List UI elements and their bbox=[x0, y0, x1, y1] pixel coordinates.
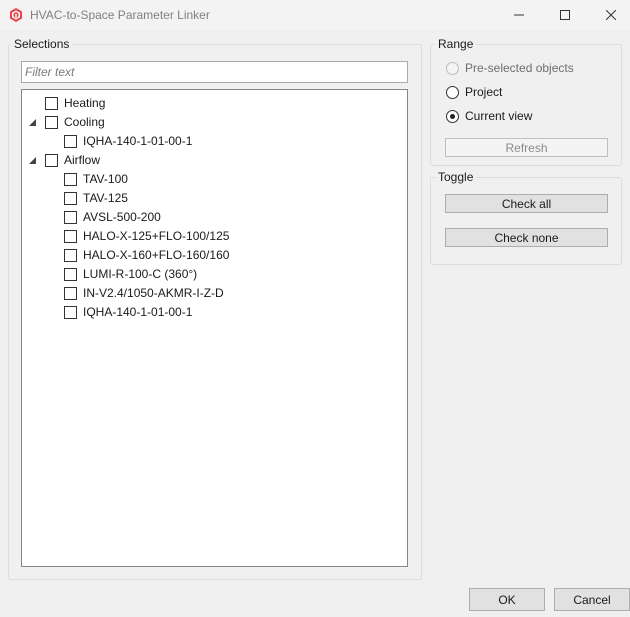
tree-node-checkbox[interactable] bbox=[64, 172, 77, 186]
tree-node-child[interactable]: TAV-100 bbox=[64, 170, 128, 188]
tree-node-checkbox[interactable] bbox=[64, 210, 77, 224]
maximize-button[interactable] bbox=[542, 0, 588, 30]
tree-node-checkbox[interactable] bbox=[45, 96, 58, 110]
minimize-icon bbox=[514, 14, 524, 16]
tree-node-child[interactable]: LUMI-R-100-C (360°) bbox=[64, 265, 197, 283]
app-logo-icon bbox=[8, 7, 24, 23]
tree-node-child[interactable]: HALO-X-160+FLO-160/160 bbox=[64, 246, 229, 264]
radio-button[interactable] bbox=[446, 61, 459, 75]
tree-node-child[interactable]: IN-V2.4/1050-AKMR-I-Z-D bbox=[64, 284, 224, 302]
tree-node-checkbox[interactable] bbox=[45, 153, 58, 167]
tree-node-checkbox[interactable] bbox=[64, 267, 77, 281]
tree-node-checkbox[interactable] bbox=[64, 191, 77, 205]
tree-node-label: Airflow bbox=[64, 153, 101, 167]
maximize-icon bbox=[560, 10, 570, 20]
close-window-button[interactable] bbox=[588, 0, 630, 30]
toggle-group bbox=[430, 177, 622, 265]
check-all-button[interactable]: Check all bbox=[445, 194, 608, 213]
radio-current-view[interactable]: Current view bbox=[446, 108, 532, 124]
radio-label: Project bbox=[465, 85, 503, 99]
tree-node-label: HALO-X-160+FLO-160/160 bbox=[83, 248, 230, 262]
tree-node-checkbox[interactable] bbox=[45, 115, 58, 129]
tree-node-child[interactable]: AVSL-500-200 bbox=[64, 208, 161, 226]
window-title: HVAC-to-Space Parameter Linker bbox=[30, 8, 210, 22]
radio-button[interactable] bbox=[446, 109, 459, 123]
tree-node-child[interactable]: IQHA-140-1-01-00-1 bbox=[64, 132, 192, 150]
tree-node-airflow[interactable]: Airflow bbox=[45, 151, 100, 169]
tree-node-cooling[interactable]: Cooling bbox=[45, 113, 105, 131]
ok-button[interactable]: OK bbox=[469, 588, 545, 611]
expand-collapse-icon[interactable] bbox=[28, 118, 37, 127]
radio-label: Current view bbox=[465, 109, 533, 123]
radio-label: Pre-selected objects bbox=[465, 61, 574, 75]
title-bar[interactable]: HVAC-to-Space Parameter Linker bbox=[0, 0, 630, 30]
tree-node-label: Heating bbox=[64, 96, 106, 110]
refresh-button[interactable]: Refresh bbox=[445, 138, 608, 157]
tree-node-label: LUMI-R-100-C (360°) bbox=[83, 267, 198, 281]
cancel-button[interactable]: Cancel bbox=[554, 588, 630, 611]
range-group-label: Range bbox=[435, 37, 477, 51]
selections-tree[interactable]: Heating Cooling IQHA-140-1-01-00-1 Airfl… bbox=[21, 89, 408, 567]
tree-node-label: AVSL-500-200 bbox=[83, 210, 161, 224]
tree-node-label: TAV-125 bbox=[83, 191, 128, 205]
tree-node-label: Cooling bbox=[64, 115, 105, 129]
tree-node-label: HALO-X-125+FLO-100/125 bbox=[83, 229, 230, 243]
tree-node-heating[interactable]: Heating bbox=[45, 94, 105, 112]
selections-group-label: Selections bbox=[11, 37, 73, 51]
tree-node-checkbox[interactable] bbox=[64, 229, 77, 243]
minimize-button[interactable] bbox=[496, 0, 542, 30]
radio-project[interactable]: Project bbox=[446, 84, 502, 100]
tree-node-child[interactable]: HALO-X-125+FLO-100/125 bbox=[64, 227, 229, 245]
tree-node-child[interactable]: IQHA-140-1-01-00-1 bbox=[64, 303, 192, 321]
filter-text-input[interactable] bbox=[21, 61, 408, 83]
radio-button[interactable] bbox=[446, 85, 459, 99]
tree-node-checkbox[interactable] bbox=[64, 305, 77, 319]
tree-node-label: IQHA-140-1-01-00-1 bbox=[83, 305, 193, 319]
expand-collapse-icon[interactable] bbox=[28, 156, 37, 165]
radio-pre-selected-objects[interactable]: Pre-selected objects bbox=[446, 60, 574, 76]
toggle-group-label: Toggle bbox=[435, 170, 477, 184]
tree-node-child[interactable]: TAV-125 bbox=[64, 189, 128, 207]
check-none-button[interactable]: Check none bbox=[445, 228, 608, 247]
close-icon bbox=[606, 10, 616, 20]
tree-node-label: IN-V2.4/1050-AKMR-I-Z-D bbox=[83, 286, 224, 300]
tree-node-label: IQHA-140-1-01-00-1 bbox=[83, 134, 193, 148]
tree-node-checkbox[interactable] bbox=[64, 134, 77, 148]
tree-node-label: TAV-100 bbox=[83, 172, 128, 186]
tree-node-checkbox[interactable] bbox=[64, 248, 77, 262]
tree-node-checkbox[interactable] bbox=[64, 286, 77, 300]
